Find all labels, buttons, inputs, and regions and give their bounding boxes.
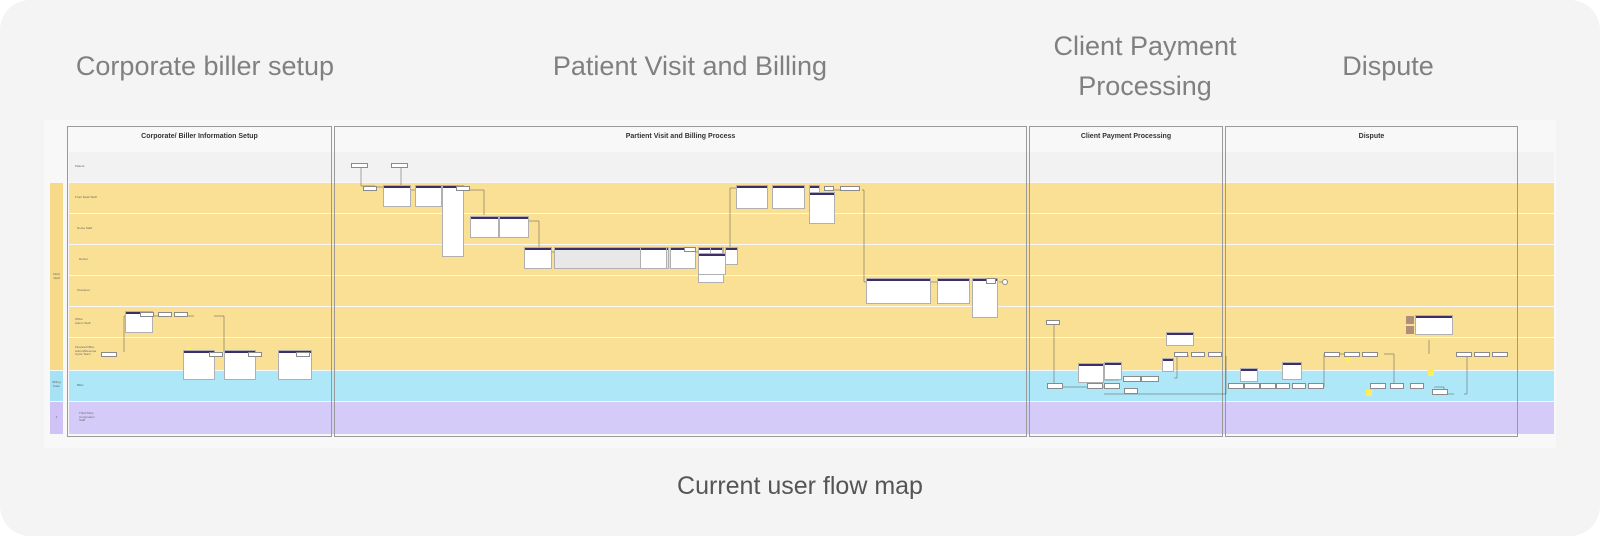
node-finance-7 [1208, 352, 1222, 357]
node-finance-9 [1344, 352, 1360, 357]
node-biller-14 [1390, 383, 1404, 389]
heading-patient-visit-billing: Patient Visit and Billing [552, 51, 828, 81]
node-biller-10 [1276, 383, 1290, 389]
node-finance-4 [296, 352, 310, 357]
screen-front-desk-3 [442, 185, 464, 257]
connector-lines [123, 167, 1471, 395]
node-biller-6 [1124, 388, 1138, 394]
screen-front-desk-2 [415, 185, 442, 207]
node-biller-15 [1410, 383, 1424, 389]
node-finance-10 [1362, 352, 1378, 357]
node-biller-13 [1370, 383, 1386, 389]
screen-checkout-3 [972, 278, 998, 318]
node-biller-8 [1244, 383, 1260, 389]
node-admin-1 [140, 312, 154, 317]
node-checkout-2 [1002, 279, 1008, 285]
node-finance-12 [1474, 352, 1490, 357]
flow-board: Patient Front Desk Staff Nurse Staff Doc… [44, 120, 1556, 448]
node-biller-5 [1141, 376, 1159, 382]
node-admin-4 [1046, 320, 1060, 325]
frame-title-patient: Partient Visit and Billing Process [625, 133, 736, 140]
node-finance-8 [1324, 352, 1340, 357]
node-biller-1 [1047, 383, 1063, 389]
sticky-biller-2 [1428, 370, 1434, 376]
screen-checkout-1 [866, 278, 931, 304]
node-patient-1 [351, 163, 368, 168]
node-biller-11 [1292, 383, 1306, 389]
screen-front-desk-4 [736, 185, 768, 209]
screen-biller-2 [1104, 362, 1122, 380]
avatar-admin-1 [1406, 316, 1414, 324]
heading-corporate-biller-setup: Corporate biller setup [75, 51, 335, 81]
screen-doctor-8 [698, 253, 726, 275]
node-finance-5 [1174, 352, 1188, 357]
frame-title-client: Client Payment Processing [1080, 133, 1172, 140]
node-front-desk-2 [456, 186, 470, 191]
flow-map-card: Corporate biller setup Patient Visit and… [0, 0, 1600, 536]
screen-biller-4 [1282, 362, 1302, 380]
heading-dispute: Dispute [1342, 51, 1434, 81]
node-biller-9 [1260, 383, 1276, 389]
screen-checkout-2 [937, 278, 970, 304]
screen-doctor-1 [524, 247, 552, 269]
node-patient-2 [391, 163, 408, 168]
node-front-desk-1 [363, 186, 377, 191]
node-doctor-1 [684, 247, 696, 252]
screen-nurse-2 [499, 216, 529, 238]
node-front-desk-3 [824, 186, 834, 191]
screen-doctor-7 [725, 247, 738, 265]
screen-front-desk-5 [772, 185, 805, 209]
screen-nurse-1 [470, 216, 499, 238]
screen-biller-1 [1078, 363, 1104, 383]
caption-current-user-flow-map: Current user flow map [677, 472, 923, 500]
screen-front-desk-7 [809, 192, 835, 224]
node-finance-11 [1456, 352, 1472, 357]
node-finance-3 [248, 352, 262, 357]
heading-client-line2: Processing [1078, 71, 1212, 101]
sticky-biller-1 [1366, 390, 1372, 396]
screen-admin-2 [1166, 332, 1194, 346]
node-checkout-1 [986, 278, 996, 284]
node-biller-4 [1123, 376, 1141, 382]
sticky-finance-2 [1346, 358, 1350, 362]
node-finance-2 [209, 352, 223, 357]
avatar-admin-2 [1406, 326, 1414, 334]
screen-front-desk-1 [383, 185, 411, 207]
node-finance-6 [1191, 352, 1205, 357]
node-biller-3 [1104, 383, 1120, 389]
screen-finance-4 [1162, 358, 1174, 372]
frame-title-corporate: Corporate/ Biller Information Setup [141, 133, 258, 140]
screen-biller-3 [1240, 368, 1258, 382]
node-admin-3 [174, 312, 188, 317]
heading-client-payment-processing: Client Payment Processing [1000, 26, 1290, 106]
node-admin-2 [158, 312, 172, 317]
heading-client-line1: Client Payment [1053, 31, 1237, 61]
sticky-finance-1 [187, 347, 191, 350]
node-biller-2 [1087, 383, 1103, 389]
node-finance-1 [101, 352, 117, 357]
screen-admin-3 [1415, 315, 1453, 335]
node-biller-16 [1432, 389, 1448, 395]
node-finance-13 [1492, 352, 1508, 357]
frame-title-dispute: Dispute [1358, 133, 1385, 140]
screen-doctor-3 [640, 247, 667, 269]
node-biller-12 [1308, 383, 1324, 389]
node-front-desk-4 [840, 186, 860, 191]
node-biller-7 [1228, 383, 1244, 389]
